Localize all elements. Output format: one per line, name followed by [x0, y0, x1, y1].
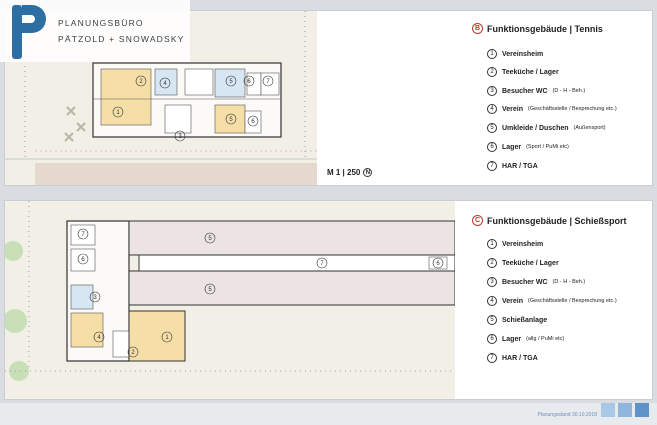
- company-logo: PLANUNGSBÜRO PÄTZOLD + SNOWADSKY: [0, 0, 190, 62]
- legend-label: Teeküche / Lager: [502, 259, 559, 267]
- section-letter-badge: B: [472, 23, 483, 34]
- legend-number: 1: [487, 239, 497, 249]
- legend-number: 3: [487, 86, 497, 96]
- legend-label: Besucher WC: [502, 278, 548, 286]
- legend-number: 7: [487, 353, 497, 363]
- legend-label: HAR / TGA: [502, 354, 538, 362]
- legend-label: Verein: [502, 105, 524, 113]
- footer-square-icon: [635, 403, 649, 417]
- legend-item: 4 Verein (Geschäftsstelle / Besprechung et…: [487, 104, 617, 114]
- legend-item: 2 Teeküche / Lager: [487, 67, 564, 77]
- legend-item: 5 Umkleide / Duschen (Außensport): [487, 123, 606, 133]
- scale-text: M 1 | 250: [327, 168, 361, 177]
- section-title-tennis: B Funktionsgebäude | Tennis: [472, 23, 603, 34]
- legend-item: 1 Vereinsheim: [487, 49, 548, 59]
- section-letter-badge: C: [472, 215, 483, 226]
- legend-item: 3 Besucher WC (D - H - Beh.): [487, 86, 585, 96]
- legend-number: 4: [487, 296, 497, 306]
- legend-note: (allg / PuMi etc): [526, 336, 565, 342]
- scale-label: M 1 | 250 N: [327, 168, 373, 177]
- legend-label: Lager: [502, 143, 522, 151]
- section-title-schiesssport: C Funktionsgebäude | Schießsport: [472, 215, 627, 226]
- logo-line-2: PÄTZOLD + SNOWADSKY: [58, 34, 185, 44]
- legend-note: (D - H - Beh.): [552, 88, 586, 94]
- legend-item: 1 Vereinsheim: [487, 239, 548, 249]
- legend-number: 6: [487, 334, 497, 344]
- legend-label: Umkleide / Duschen: [502, 124, 569, 132]
- legend-label: Vereinsheim: [502, 240, 544, 248]
- section-title-text: Funktionsgebäude | Tennis: [487, 23, 603, 34]
- legend-number: 2: [487, 67, 497, 77]
- legend-note: (Sport / PuMi etc): [526, 144, 569, 150]
- legend-number: 3: [487, 277, 497, 287]
- logo-mark-icon: [12, 5, 46, 59]
- footer-square-icon: [601, 403, 615, 417]
- legend-item: 7 HAR / TGA: [487, 161, 543, 171]
- legend-number: 1: [487, 49, 497, 59]
- panel-schiesssport: 7 6 5 7 6 5 3 4 2 1 C Funktionsgebäude |…: [4, 200, 653, 400]
- legend-label: HAR / TGA: [502, 162, 538, 170]
- legend-tennis: B Funktionsgebäude | Tennis 1 Vereinsheim…: [317, 11, 652, 185]
- legend-note: (Geschäftsstelle / Besprechung etc.): [528, 106, 617, 112]
- legend-item: 7 HAR / TGA: [487, 353, 543, 363]
- legend-note: (Außensport): [573, 125, 606, 131]
- legend-number: 4: [487, 104, 497, 114]
- legend-item: 2 Teeküche / Lager: [487, 258, 564, 268]
- legend-item: 6 Lager (Sport / PuMi etc): [487, 142, 569, 152]
- footer-square-icon: [618, 403, 632, 417]
- planning-date: Planungsstand 30.10.2018: [537, 412, 598, 418]
- legend-item: 4 Verein (Geschäftsstelle / Besprechung et…: [487, 296, 617, 306]
- north-arrow-icon: N: [363, 168, 373, 177]
- legend-schiesssport: C Funktionsgebäude | Schießsport 1 Verein…: [317, 201, 652, 399]
- legend-item: 3 Besucher WC (D - H - Beh.): [487, 277, 585, 287]
- legend-number: 5: [487, 315, 497, 325]
- legend-number: 7: [487, 161, 497, 171]
- legend-number: 6: [487, 142, 497, 152]
- legend-note: (D - H - Beh.): [552, 279, 586, 285]
- legend-note: (Geschäftsstelle / Besprechung etc.): [528, 298, 617, 304]
- legend-label: Besucher WC: [502, 87, 548, 95]
- legend-label: Vereinsheim: [502, 50, 544, 58]
- legend-item: 5 Schießanlage: [487, 315, 552, 325]
- legend-number: 5: [487, 123, 497, 133]
- legend-label: Lager: [502, 335, 522, 343]
- legend-label: Verein: [502, 297, 524, 305]
- legend-label: Schießanlage: [502, 316, 548, 324]
- section-title-text: Funktionsgebäude | Schießsport: [487, 215, 627, 226]
- legend-number: 2: [487, 258, 497, 268]
- footer-bar: Planungsstand 30.10.2018: [0, 403, 657, 425]
- legend-item: 6 Lager (allg / PuMi etc): [487, 334, 564, 344]
- legend-label: Teeküche / Lager: [502, 68, 559, 76]
- logo-line-1: PLANUNGSBÜRO: [58, 18, 144, 28]
